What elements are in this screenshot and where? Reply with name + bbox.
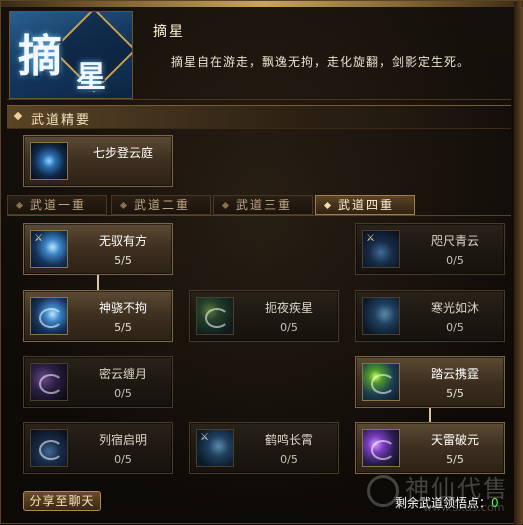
skill-level: 0/5 (446, 254, 464, 267)
diamond-bullet-icon (13, 111, 23, 121)
skill-level: 0/5 (280, 321, 298, 334)
skill-emblem: 摘 星 (9, 11, 133, 99)
tab-bullet-icon (221, 201, 230, 210)
tab-label: 武道四重 (338, 198, 395, 212)
sword-strike-icon: ⚔ (30, 230, 68, 268)
skill-level: 0/5 (114, 387, 132, 400)
points-value: 0 (491, 496, 499, 510)
skill-name: 密云缠月 (98, 367, 147, 381)
skill-card-liesu-qiming[interactable]: 列宿启明 0/5 (23, 422, 173, 474)
skill-description: 摘星自在游走，飘逸无拘，走化旋翻，剑影定生死。 (171, 55, 471, 69)
skill-level: 5/5 (114, 254, 132, 267)
skill-name: 寒光如沐 (430, 301, 479, 315)
panel-right-edge (514, 1, 522, 525)
share-to-chat-button[interactable]: 分享至聊天 (23, 491, 101, 511)
remaining-points: 剩余武道领悟点：0 (395, 494, 499, 511)
skill-name: 扼夜疾星 (264, 301, 313, 315)
skill-name: 神骁不拘 (98, 301, 147, 315)
skill-name: 列宿启明 (98, 433, 147, 447)
skill-name: 无驭有方 (98, 234, 147, 248)
tab-bullet-icon (119, 201, 128, 210)
skill-name: 踏云携霆 (430, 367, 479, 381)
skill-panel: 摘 星 摘星 摘星自在游走，飘逸无拘，走化旋翻，剑影定生死。 武道精要 七步登云… (0, 0, 523, 525)
meditating-figure-icon (30, 142, 68, 180)
section-title: 武道精要 (31, 113, 92, 128)
skill-header: 摘 星 摘星 摘星自在游走，飘逸无拘，走化旋翻，剑影定生死。 (7, 9, 511, 100)
tab-label: 武道一重 (30, 198, 87, 212)
tab-realm-3[interactable]: 武道三重 (213, 195, 313, 215)
skill-card-tianlei-poyuan[interactable]: 天雷破元 5/5 (355, 422, 505, 474)
skill-card-zhichi-qingyun[interactable]: ⚔ 咫尺青云 0/5 (355, 223, 505, 275)
realm-tabs: 武道一重 武道二重 武道三重 武道四重 (7, 195, 511, 216)
moon-swirl-icon (30, 429, 68, 467)
top-ornament (1, 1, 523, 7)
tab-label: 武道二重 (134, 198, 191, 212)
skill-card-miyun-chanyue[interactable]: 密云缠月 0/5 (23, 356, 173, 408)
scroll-icon: ⚔ (196, 429, 234, 467)
sword-slash-icon (362, 297, 400, 335)
tab-bullet-icon (323, 201, 332, 210)
sword-strike-icon (30, 297, 68, 335)
featured-skill-card[interactable]: 七步登云庭 (23, 135, 173, 187)
skill-card-wuyu-youfang[interactable]: ⚔ 无驭有方 5/5 (23, 223, 173, 275)
night-figure-icon: ⚔ (362, 230, 400, 268)
skill-name: 咫尺青云 (430, 234, 479, 248)
skill-level: 5/5 (114, 321, 132, 334)
skill-name: 鹤鸣长霄 (264, 433, 313, 447)
featured-skill-name: 七步登云庭 (92, 146, 153, 160)
tab-realm-4[interactable]: 武道四重 (315, 195, 415, 215)
skill-level: 0/5 (446, 321, 464, 334)
skill-card-heming-changxiao[interactable]: ⚔ 鹤鸣长霄 0/5 (189, 422, 339, 474)
emblem-glyph-zhai: 摘 (18, 31, 62, 82)
skill-level: 0/5 (280, 453, 298, 466)
purple-swirl-icon (30, 363, 68, 401)
starlight-icon (196, 297, 234, 335)
skill-card-shenxiao-buju[interactable]: 神骁不拘 5/5 (23, 290, 173, 342)
skill-level: 0/5 (114, 453, 132, 466)
points-label: 剩余武道领悟点： (395, 496, 492, 510)
green-swirl-icon (362, 363, 400, 401)
skill-level: 5/5 (446, 453, 464, 466)
skill-connector-line (97, 275, 99, 291)
tab-label: 武道三重 (236, 198, 293, 212)
skill-title: 摘星 (153, 24, 185, 40)
skill-card-tayun-xieting[interactable]: 踏云携霆 5/5 (355, 356, 505, 408)
skill-card-eye-jixing[interactable]: 扼夜疾星 0/5 (189, 290, 339, 342)
thunder-figure-icon (362, 429, 400, 467)
tab-realm-2[interactable]: 武道二重 (111, 195, 211, 215)
section-header-martial-essence: 武道精要 (7, 105, 511, 129)
tab-realm-1[interactable]: 武道一重 (7, 195, 107, 215)
skill-card-hanguang-rumu[interactable]: 寒光如沐 0/5 (355, 290, 505, 342)
emblem-glyph-xing: 星 (76, 60, 106, 95)
tab-bullet-icon (15, 201, 24, 210)
skill-connector-line (429, 406, 431, 422)
skill-level: 5/5 (446, 387, 464, 400)
skill-name: 天雷破元 (430, 433, 479, 447)
